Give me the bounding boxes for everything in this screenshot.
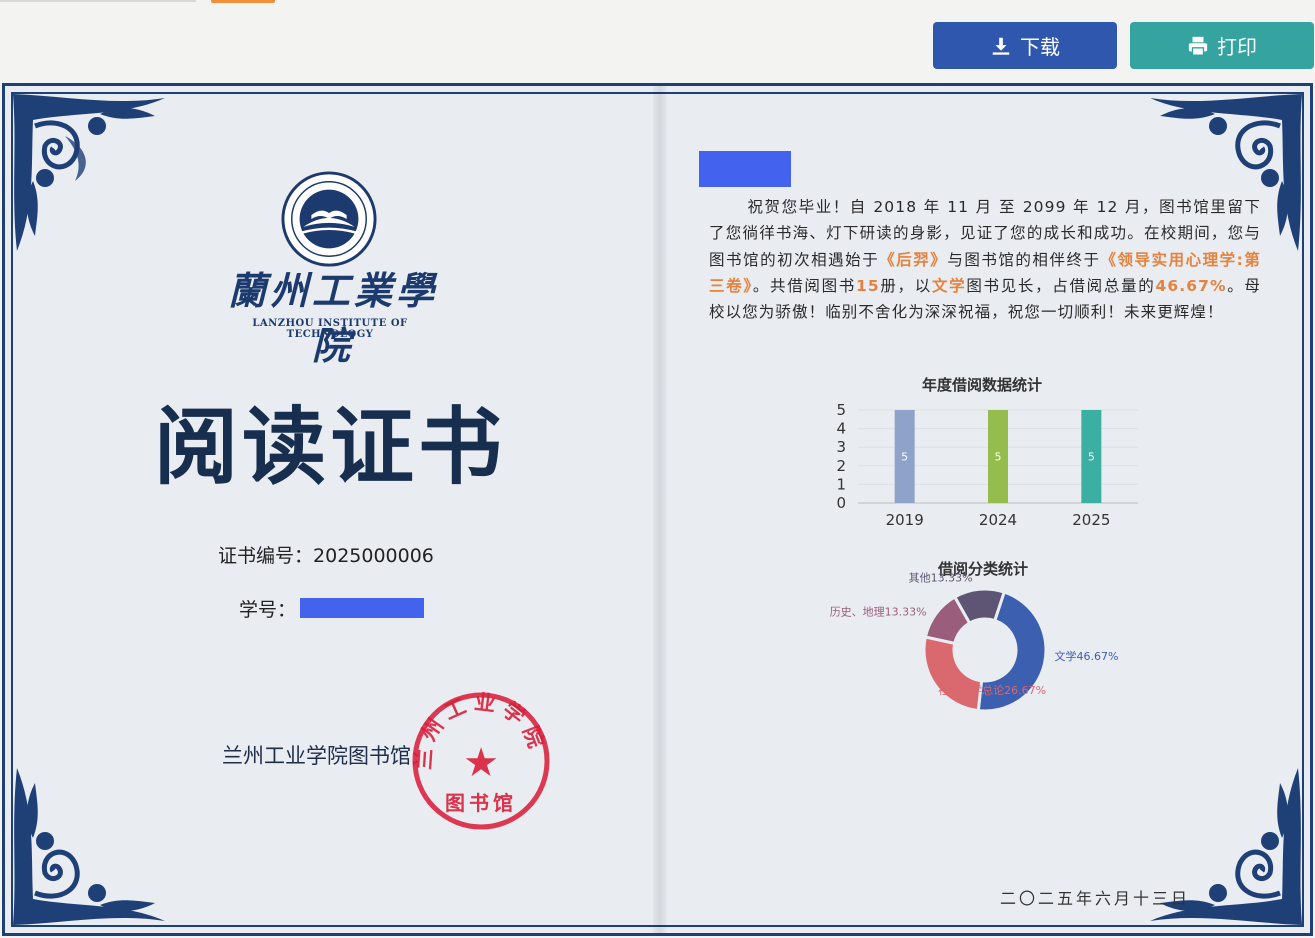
congrats-message: 祝贺您毕业！自 2018 年 11 月 至 2099 年 12 月，图书馆里留下… [709, 194, 1261, 325]
bar-x-tick-label: 2025 [1072, 511, 1110, 529]
bar-y-tick-label: 1 [836, 475, 846, 493]
top-accent-tab[interactable] [211, 0, 275, 3]
donut-slice-label: 社会科学总论26.67% [938, 683, 1046, 697]
student-number-redacted [300, 598, 424, 618]
bar-x-tick-label: 2019 [886, 511, 924, 529]
top-category-percent: 46.67% [1155, 276, 1227, 295]
bar-y-tick-label: 0 [836, 494, 846, 512]
university-name-cn: 蘭州工業學院 [227, 268, 438, 368]
print-button[interactable]: 打印 [1130, 22, 1314, 69]
bar-value-label: 5 [1088, 451, 1095, 464]
download-icon [992, 37, 1010, 55]
bar-value-label: 5 [901, 451, 908, 464]
certificate-number: 证书编号：2025000006 [218, 541, 434, 568]
corner-ornament-icon [13, 768, 165, 925]
student-number-label: 学号： [239, 599, 297, 621]
top-toolbar: 下载 打印 [0, 0, 1315, 82]
category-donut-chart: 文学46.67% 社会科学总论26.67% 历史、地理13.33% 其他13.33% [830, 571, 1118, 713]
university-name-en: LANZHOU INSTITUTE OF TECHNOLOGY [252, 318, 408, 340]
seal-star-icon: ★ [463, 740, 499, 786]
donut-slice-label: 历史、地理13.33% [830, 605, 927, 618]
certificate-number-label: 证书编号： [218, 545, 314, 567]
issue-date: 二〇二五年六月十三日 [1000, 889, 1191, 908]
message-part-4: 册，以 [879, 276, 932, 295]
donut-slice [922, 635, 984, 713]
university-logo-icon [281, 171, 377, 267]
bar-value-label: 5 [995, 451, 1002, 464]
download-button[interactable]: 下载 [933, 22, 1117, 69]
message-part-2: 与图书馆的相伴终于 [947, 250, 1101, 269]
bar-y-tick-label: 3 [836, 438, 846, 456]
printer-icon [1188, 36, 1208, 56]
bar-x-tick-label: 2024 [979, 511, 1017, 529]
bar-y-tick-label: 2 [836, 457, 846, 475]
top-input-edge[interactable] [0, 0, 196, 2]
library-seal-stamp: 兰州工业学院 ★ 图书馆 [410, 690, 550, 830]
message-part-5: 图书见长，占借阅总量的 [966, 276, 1156, 295]
certificate-title: 阅读证书 [153, 397, 506, 496]
corner-ornament-icon [13, 94, 165, 251]
annual-borrow-bar-chart: 012345520195202452025 [836, 401, 1138, 529]
first-book-title: 《后羿》 [879, 250, 948, 269]
print-label: 打印 [1217, 35, 1257, 59]
bar-y-tick-label: 4 [836, 420, 846, 438]
donut-slice-label: 其他13.33% [909, 571, 973, 584]
borrow-count: 15 [855, 276, 880, 295]
download-label: 下载 [1020, 35, 1060, 59]
bar-y-tick-label: 5 [836, 401, 846, 419]
message-part-3: 。共借阅图书 [752, 276, 856, 295]
donut-slice-label: 文学46.67% [1054, 649, 1118, 663]
top-category: 文学 [931, 276, 967, 295]
library-name: 兰州工业学院图书馆 [222, 744, 411, 768]
certificate-number-value: 2025000006 [313, 545, 434, 567]
page-fold [653, 86, 667, 933]
student-name-redacted [699, 151, 791, 187]
bar-chart-title: 年度借阅数据统计 [922, 376, 1043, 394]
seal-subtext: 图书馆 [445, 791, 517, 815]
